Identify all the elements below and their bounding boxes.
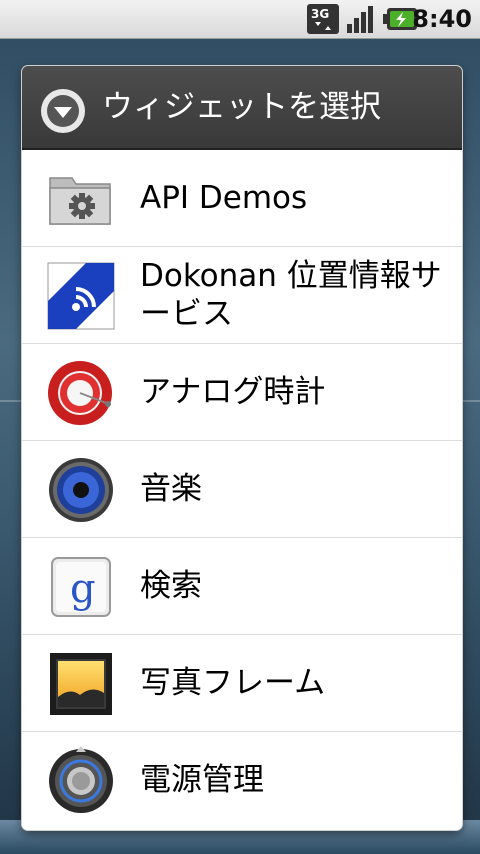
status-bar: 3G 8:40 [0, 0, 480, 39]
item-label: 音楽 [140, 471, 202, 507]
status-time: 8:40 [412, 5, 472, 33]
picture-frame-icon [50, 653, 112, 715]
3g-icon: 3G [307, 4, 339, 34]
widget-list: API Demos Dokonan 位置情報サービス アナログ時計 音楽 g 検… [22, 150, 462, 828]
analog-clock-icon [48, 361, 112, 425]
item-label: Dokonan 位置情報サービス [140, 258, 442, 332]
item-label: API Demos [140, 180, 308, 216]
svg-text:3G: 3G [311, 7, 329, 21]
list-item-music[interactable]: 音楽 [22, 441, 462, 538]
dialog-header: ウィジェットを選択 [22, 66, 462, 150]
item-label: アナログ時計 [140, 374, 326, 410]
google-search-icon: g [51, 557, 111, 617]
item-label: 検索 [140, 568, 202, 604]
select-widget-dialog: ウィジェットを選択 API Demos Dokonan 位置情報サービス アナロ… [22, 66, 462, 830]
chevron-down-circle-icon [41, 89, 85, 133]
speaker-icon [49, 458, 113, 522]
dokonan-icon [47, 262, 115, 330]
list-item-power-control[interactable]: 電源管理 [22, 732, 462, 828]
gear-folder-icon [49, 177, 111, 225]
dialog-title: ウィジェットを選択 [102, 89, 381, 125]
list-item-picture-frame[interactable]: 写真フレーム [22, 635, 462, 732]
list-item-api-demos[interactable]: API Demos [22, 150, 462, 247]
item-label: 写真フレーム [140, 665, 326, 701]
signal-icon [347, 6, 373, 33]
list-item-analog-clock[interactable]: アナログ時計 [22, 344, 462, 441]
item-label: 電源管理 [140, 762, 264, 798]
list-item-dokonan[interactable]: Dokonan 位置情報サービス [22, 247, 462, 344]
power-control-icon [49, 746, 113, 813]
list-item-search[interactable]: g 検索 [22, 538, 462, 635]
svg-text:g: g [70, 566, 96, 612]
